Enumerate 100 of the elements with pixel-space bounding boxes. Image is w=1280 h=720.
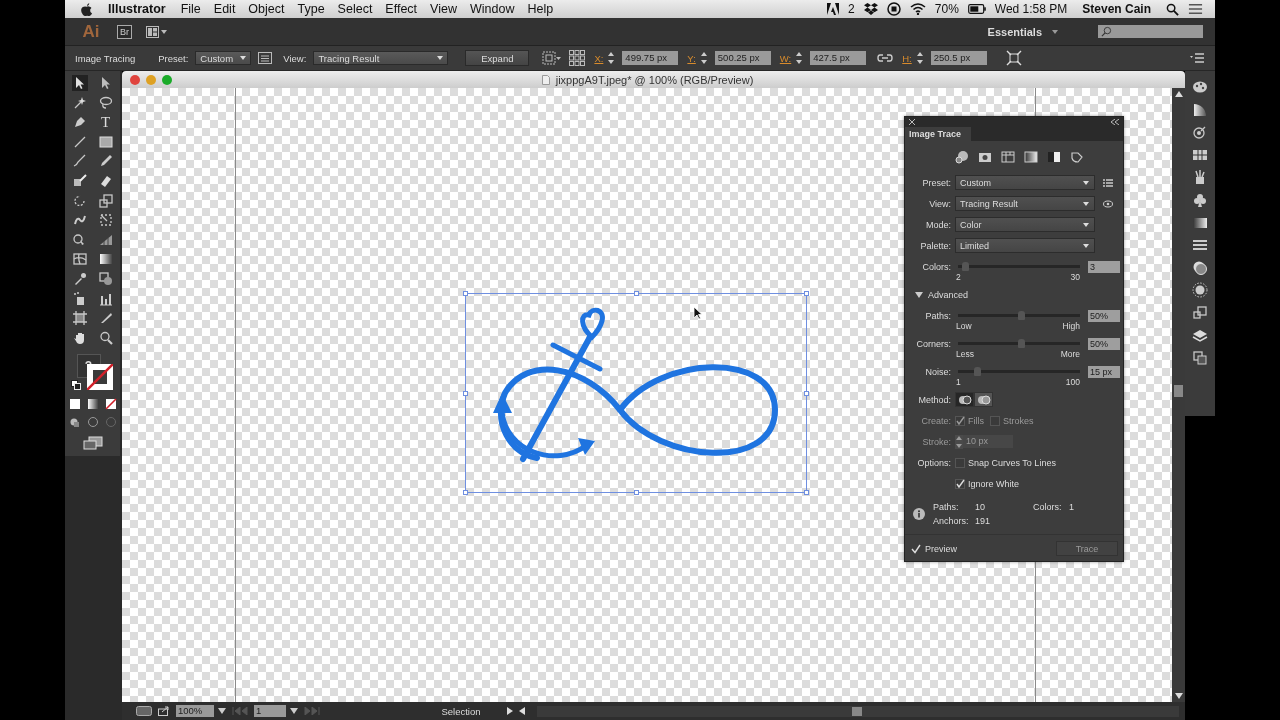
link-icon[interactable] bbox=[877, 52, 894, 64]
abutting-method-button[interactable] bbox=[955, 392, 974, 407]
disclosure-triangle-icon[interactable] bbox=[915, 291, 923, 298]
menu-item[interactable]: Type bbox=[297, 2, 325, 16]
battery-percent[interactable]: 70% bbox=[934, 2, 959, 16]
free-transform-icon[interactable] bbox=[97, 212, 114, 229]
grid-icon[interactable] bbox=[1000, 150, 1015, 164]
scroll-thumb[interactable] bbox=[851, 706, 862, 716]
close-window-button[interactable] bbox=[130, 74, 140, 85]
current-tool[interactable]: Selection bbox=[421, 705, 501, 717]
coordinate-field[interactable]: 500.25 px bbox=[714, 51, 771, 65]
value-field[interactable]: 3 bbox=[1088, 260, 1120, 273]
adobe-logo-icon[interactable] bbox=[827, 3, 840, 15]
camera-icon[interactable] bbox=[977, 150, 992, 164]
battery-icon[interactable] bbox=[967, 4, 986, 14]
record-icon[interactable] bbox=[886, 2, 901, 16]
transform-icon[interactable] bbox=[1005, 50, 1022, 66]
layout-dropdown-icon[interactable] bbox=[146, 25, 168, 38]
preset-dropdown[interactable]: Custom bbox=[195, 51, 252, 65]
zoom-icon[interactable] bbox=[97, 329, 114, 346]
section-header[interactable]: Advanced bbox=[928, 289, 969, 300]
outline-shape-icon[interactable] bbox=[1069, 150, 1084, 164]
coordinate-field[interactable]: 250.5 px bbox=[930, 51, 987, 65]
artboards-icon[interactable] bbox=[1192, 350, 1208, 367]
dotted-circle-icon[interactable] bbox=[1192, 282, 1208, 299]
scroll-thumb[interactable] bbox=[1174, 385, 1183, 397]
app-name[interactable]: Illustrator bbox=[108, 2, 166, 16]
target-icon[interactable] bbox=[1192, 124, 1208, 141]
checkbox[interactable] bbox=[955, 478, 965, 489]
circles-icon[interactable] bbox=[1192, 259, 1208, 276]
gradient-mode-icon[interactable] bbox=[86, 397, 99, 410]
wifi-icon[interactable] bbox=[909, 3, 926, 15]
caret-icon[interactable] bbox=[218, 708, 226, 714]
half-square-icon[interactable] bbox=[1046, 150, 1061, 164]
vertical-scrollbar[interactable] bbox=[1172, 88, 1185, 702]
lasso-icon[interactable] bbox=[97, 94, 114, 111]
horizontal-scrollbar[interactable] bbox=[537, 705, 1179, 717]
reference-point-icon[interactable] bbox=[569, 50, 586, 66]
stepper-icon[interactable] bbox=[795, 51, 804, 65]
dropdown[interactable]: Custom bbox=[955, 175, 1095, 190]
play-icon[interactable] bbox=[507, 707, 513, 715]
apple-logo-icon[interactable] bbox=[80, 1, 93, 17]
menu-item[interactable]: Help bbox=[527, 2, 554, 16]
gradient-swatch-icon[interactable] bbox=[1023, 150, 1038, 164]
view-dropdown[interactable]: Tracing Result bbox=[313, 51, 449, 65]
dropdown[interactable]: Tracing Result bbox=[955, 196, 1095, 211]
shaper-icon[interactable] bbox=[71, 172, 88, 189]
gpu-icon[interactable] bbox=[136, 706, 152, 716]
scroll-down-icon[interactable] bbox=[1174, 693, 1183, 699]
notification-count[interactable]: 2 bbox=[848, 2, 855, 16]
dropdown[interactable]: Color bbox=[955, 217, 1095, 232]
coordinate-field[interactable]: 427.5 px bbox=[810, 51, 867, 65]
slider-thumb[interactable] bbox=[974, 367, 982, 376]
club-icon[interactable] bbox=[1192, 191, 1208, 208]
scroll-up-icon[interactable] bbox=[1174, 91, 1183, 97]
list-icon[interactable] bbox=[1188, 3, 1203, 15]
menu-item[interactable]: Select bbox=[337, 2, 373, 16]
layers-icon[interactable] bbox=[1192, 327, 1208, 344]
export-icon[interactable] bbox=[158, 706, 170, 716]
back-icon[interactable] bbox=[519, 707, 525, 715]
color-mode-icon[interactable] bbox=[68, 397, 81, 410]
menu-item[interactable]: Object bbox=[248, 2, 285, 16]
checkbox[interactable] bbox=[955, 457, 965, 468]
stroke-swatch[interactable] bbox=[86, 363, 113, 390]
selection-bounding-box[interactable] bbox=[465, 293, 807, 493]
draw-behind-icon[interactable] bbox=[86, 415, 99, 428]
close-icon[interactable] bbox=[909, 118, 915, 125]
stepper-icon[interactable] bbox=[915, 51, 924, 65]
user-name[interactable]: Steven Cain bbox=[1082, 2, 1151, 16]
value-field[interactable]: 50% bbox=[1088, 337, 1120, 350]
zoom-field[interactable]: 100% bbox=[176, 705, 214, 717]
caret-icon[interactable] bbox=[1052, 29, 1058, 34]
stepper-icon[interactable] bbox=[699, 51, 708, 65]
dropbox-icon[interactable] bbox=[863, 3, 878, 15]
dropdown[interactable]: Limited bbox=[955, 238, 1095, 253]
stacked-squares-icon[interactable] bbox=[1192, 304, 1208, 321]
caret-icon[interactable] bbox=[290, 708, 298, 714]
panel-menu-icon[interactable] bbox=[1189, 53, 1205, 63]
value-field[interactable]: 50% bbox=[1088, 309, 1120, 322]
brushes-icon[interactable] bbox=[1192, 169, 1208, 186]
scale-icon[interactable] bbox=[97, 192, 114, 209]
default-colors-icon[interactable] bbox=[70, 379, 81, 390]
slider-thumb[interactable] bbox=[961, 262, 969, 271]
auto-color-icon[interactable] bbox=[954, 150, 969, 164]
none-mode-icon[interactable] bbox=[104, 397, 117, 410]
menu-item[interactable]: View bbox=[430, 2, 457, 16]
palette-icon[interactable] bbox=[1192, 79, 1208, 95]
search-icon[interactable] bbox=[1166, 2, 1179, 16]
screen-mode-icon[interactable] bbox=[82, 435, 103, 450]
collapse-icon[interactable] bbox=[1111, 118, 1119, 125]
menu-item[interactable]: Effect bbox=[385, 2, 418, 16]
overlapping-method-button[interactable] bbox=[974, 392, 993, 407]
artboard-icon[interactable] bbox=[71, 310, 88, 327]
slider-thumb[interactable] bbox=[1018, 311, 1025, 320]
value-field[interactable]: 15 px bbox=[1088, 365, 1120, 378]
eye-icon[interactable] bbox=[1103, 199, 1113, 208]
panel-tab[interactable]: Image Trace bbox=[905, 127, 972, 141]
menu-item[interactable]: Edit bbox=[213, 2, 236, 16]
expand-button[interactable]: Expand bbox=[465, 50, 530, 66]
rectangle-icon[interactable] bbox=[97, 133, 114, 150]
